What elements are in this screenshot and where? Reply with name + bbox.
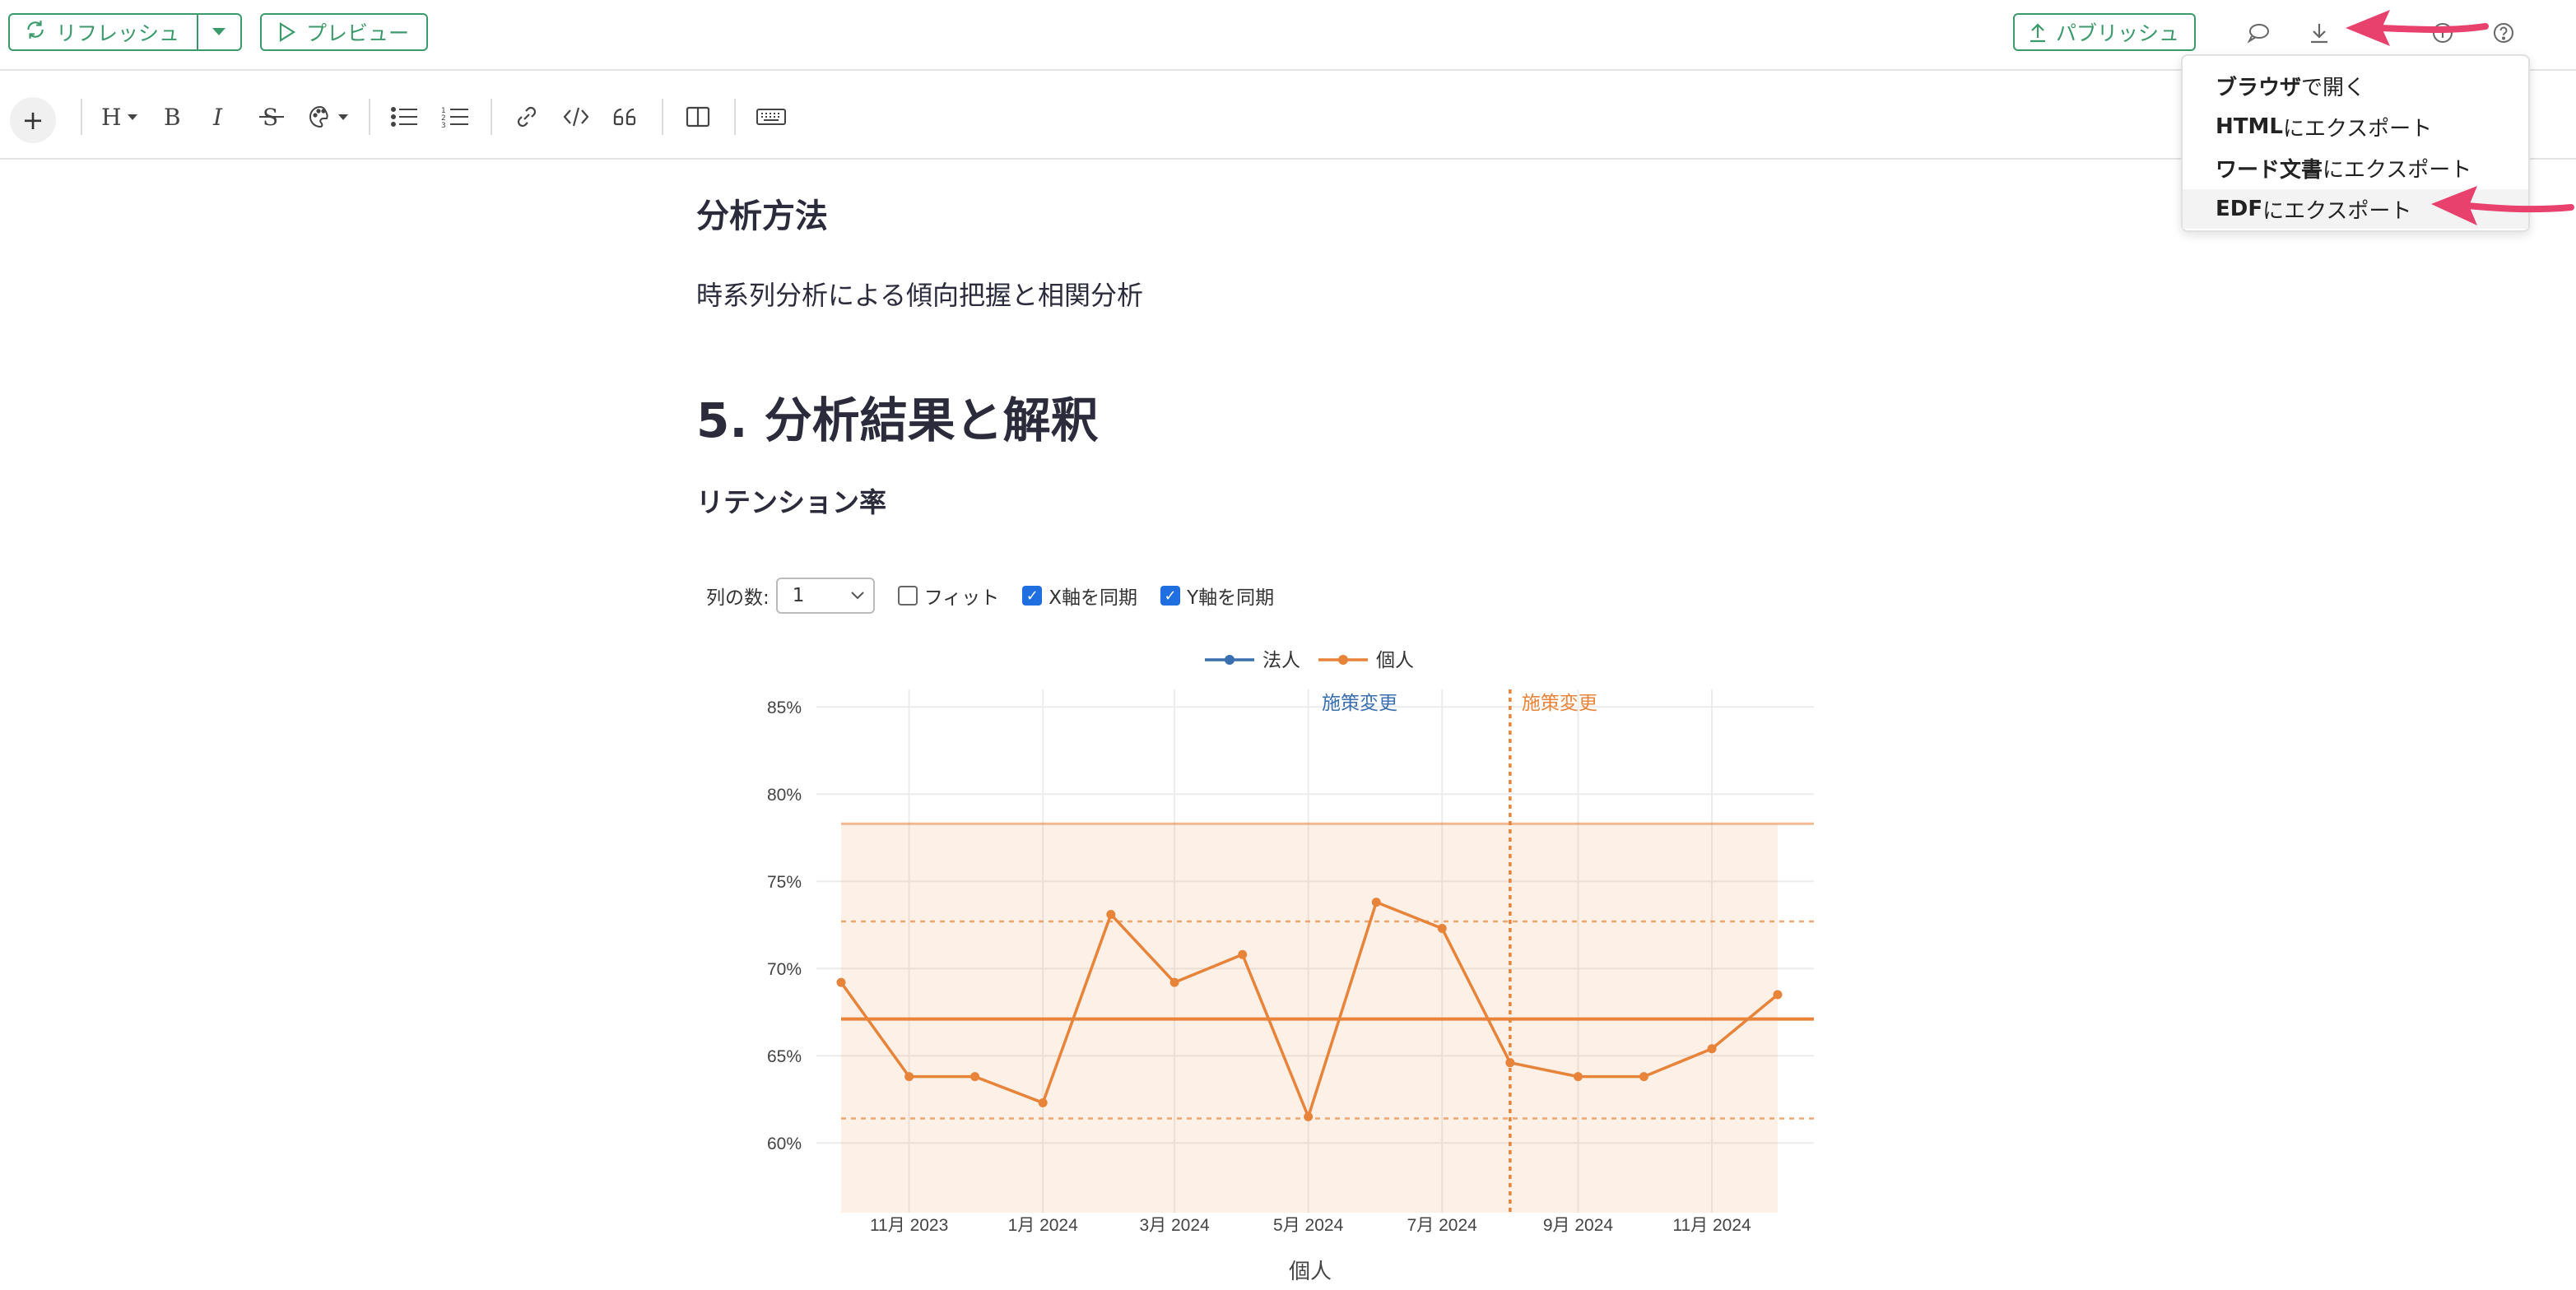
y-tick-label: 75%: [767, 873, 802, 892]
data-point: [904, 1072, 914, 1082]
data-point: [1371, 898, 1381, 907]
menu-item-text: にエクスポート: [2323, 157, 2472, 183]
policy-change-label: 施策変更: [1522, 693, 1597, 714]
x-tick-label: 9月 2024: [1543, 1216, 1614, 1235]
menu-item-text: にエクスポート: [2262, 198, 2412, 224]
x-tick-label: 3月 2024: [1139, 1216, 1210, 1235]
data-point: [1106, 909, 1116, 919]
data-point: [1238, 949, 1248, 959]
menu-item-export-html[interactable]: HTML にエクスポート: [2183, 107, 2528, 146]
data-point: [1437, 923, 1447, 933]
legend-label: 法人: [1262, 650, 1300, 671]
legend-label: 個人: [1376, 650, 1414, 671]
menu-item-text: で開く: [2301, 75, 2366, 100]
legend-swatch-marker: [1338, 655, 1348, 665]
y-tick-label: 65%: [767, 1047, 802, 1066]
pink-arrow-edf: [2431, 186, 2574, 225]
menu-item-text: にエクスポート: [2282, 116, 2433, 142]
pink-arrow-download: [2346, 10, 2489, 46]
data-point: [1707, 1044, 1717, 1054]
x-tick-label: 11月 2024: [1672, 1216, 1751, 1235]
legend-swatch-marker: [1225, 655, 1235, 665]
menu-item-bold: ブラウザ: [2216, 75, 2302, 100]
menu-item-open-browser[interactable]: ブラウザ で開く: [2183, 66, 2528, 105]
data-point: [1505, 1058, 1515, 1068]
x-tick-label: 5月 2024: [1273, 1216, 1344, 1235]
y-tick-label: 85%: [767, 698, 802, 717]
x-axis-title: 個人: [1289, 1260, 1332, 1284]
menu-item-bold: ワード文書: [2216, 157, 2323, 183]
data-point: [1169, 977, 1179, 987]
y-tick-label: 80%: [767, 786, 802, 805]
x-tick-label: 7月 2024: [1407, 1216, 1478, 1235]
x-tick-label: 1月 2024: [1008, 1216, 1079, 1235]
x-tick-label: 11月 2023: [870, 1216, 948, 1235]
data-point: [1573, 1072, 1583, 1082]
menu-item-bold: HTML: [2216, 114, 2283, 139]
data-point: [1038, 1097, 1048, 1107]
data-point: [1639, 1072, 1648, 1082]
menu-item-bold: EDF: [2216, 197, 2263, 221]
policy-change-label: 施策変更: [1322, 693, 1397, 714]
y-tick-label: 60%: [767, 1135, 802, 1153]
data-point: [970, 1072, 980, 1082]
data-point: [1304, 1111, 1314, 1121]
data-point: [1773, 990, 1783, 1000]
data-point: [836, 977, 846, 987]
y-tick-label: 70%: [767, 960, 802, 979]
